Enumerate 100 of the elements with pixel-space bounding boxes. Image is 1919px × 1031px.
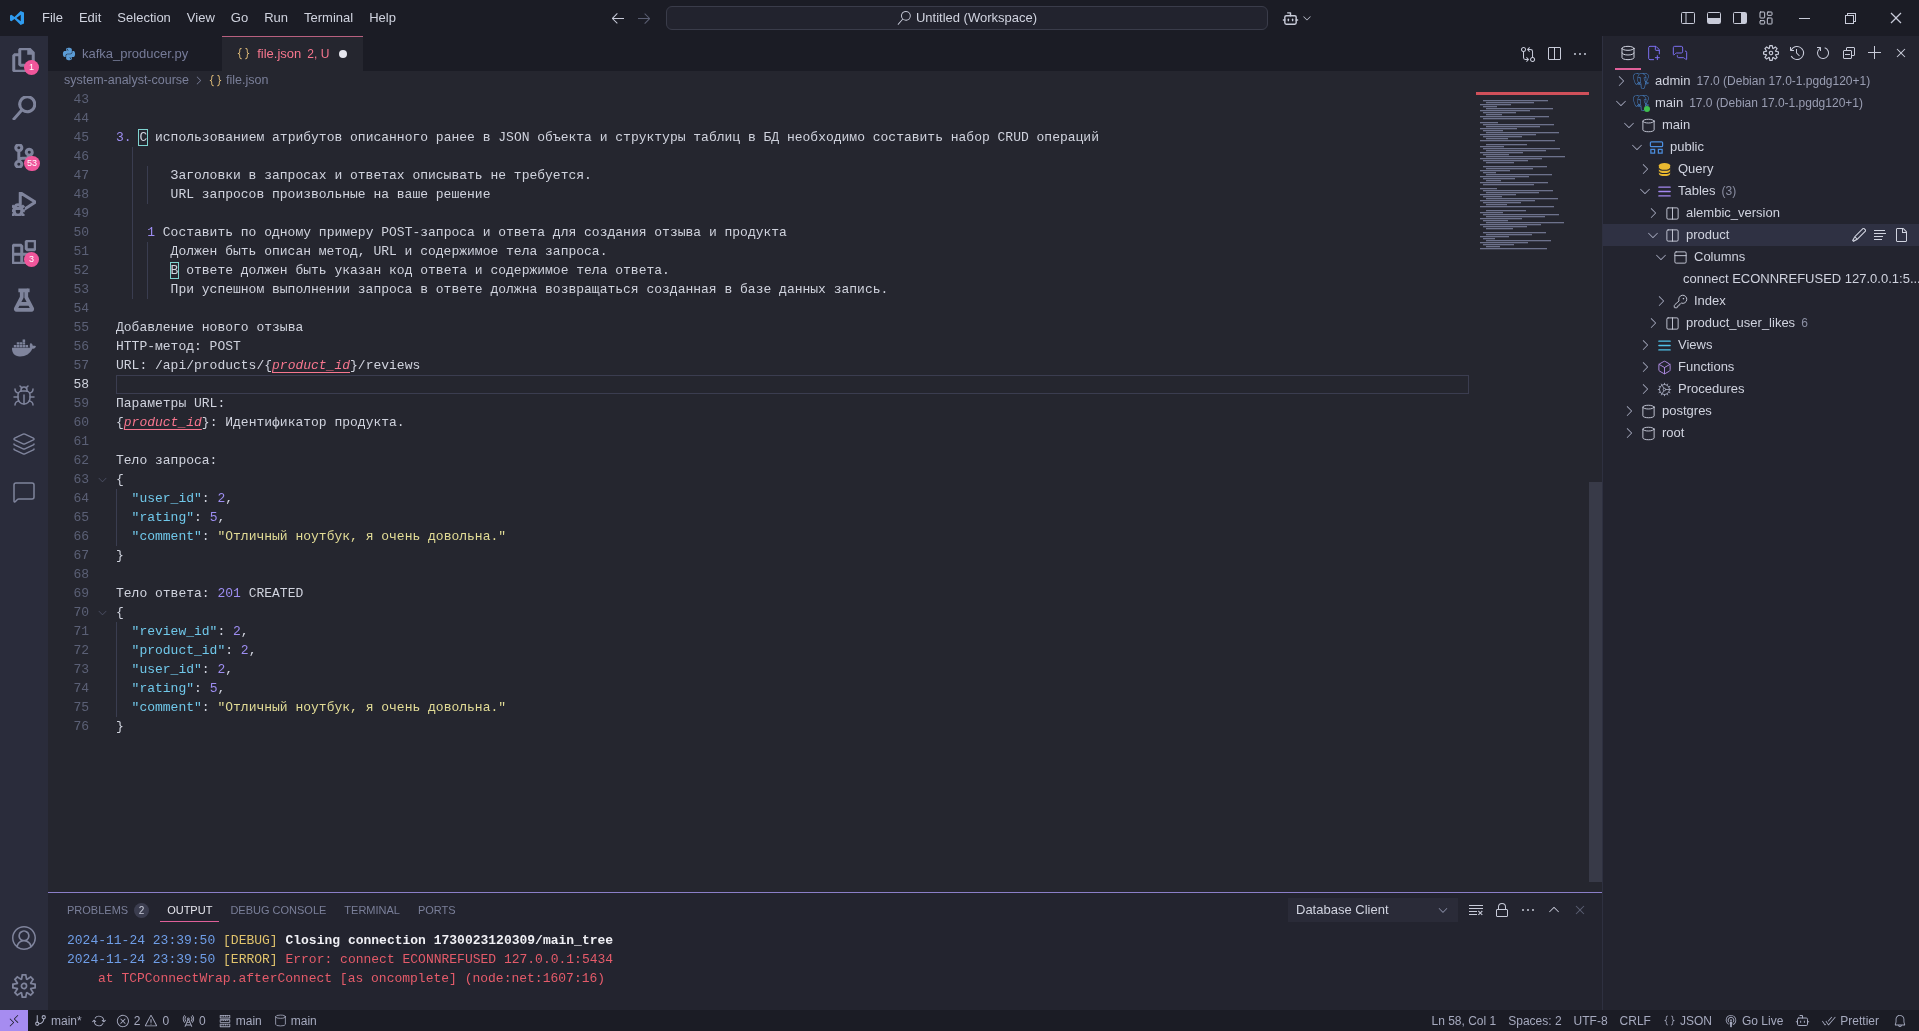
line-number: 73: [73, 660, 89, 679]
add-icon[interactable]: [1867, 45, 1883, 61]
code-line: "comment": "Отличный ноутбук, я очень довольна.": [131, 527, 507, 546]
tree-item[interactable]: postgres: [1603, 400, 1919, 422]
line-number: 65: [73, 508, 89, 527]
status-item[interactable]: Spaces: 2: [1502, 1010, 1568, 1031]
close-icon[interactable]: [1888, 10, 1904, 26]
status-item[interactable]: Ln 58, Col 1: [1425, 1010, 1503, 1031]
status-item[interactable]: CRLF: [1613, 1010, 1657, 1031]
line-number: 70: [73, 603, 89, 622]
line-number: 55: [73, 318, 89, 337]
line-number: 67: [73, 546, 89, 565]
menu-item[interactable]: View: [178, 5, 223, 31]
whale-icon[interactable]: [12, 336, 36, 360]
tree-item[interactable]: Query: [1603, 158, 1919, 180]
lock-icon[interactable]: [1494, 902, 1510, 918]
file-icon[interactable]: [1893, 227, 1909, 243]
restore-icon[interactable]: [1842, 10, 1858, 26]
clear-output-icon[interactable]: [1468, 902, 1484, 918]
layers-icon[interactable]: [12, 432, 36, 456]
collapse-all-icon[interactable]: [1841, 45, 1857, 61]
account-icon[interactable]: [12, 926, 36, 950]
menu-item[interactable]: Go: [222, 5, 257, 31]
panel-tab[interactable]: PROBLEMS 2: [60, 898, 157, 922]
bug-icon[interactable]: [12, 384, 36, 408]
sidebar-right-icon[interactable]: [1732, 10, 1748, 26]
line-number: 56: [73, 337, 89, 356]
connection-indicator[interactable]: main: [211, 1010, 268, 1031]
compare-changes-icon[interactable]: [1520, 45, 1536, 62]
line-number: 62: [73, 451, 89, 470]
code-line: }: [116, 717, 124, 736]
tree-item[interactable]: Procedures: [1603, 378, 1919, 400]
line-number: 74: [73, 679, 89, 698]
layout-icon[interactable]: [1758, 10, 1774, 26]
sync-icon[interactable]: [91, 1013, 106, 1028]
status-item[interactable]: UTF-8: [1567, 1010, 1614, 1031]
sidebar-left-icon[interactable]: [1680, 10, 1696, 26]
chat-icon[interactable]: [12, 480, 36, 504]
breadcrumb-item[interactable]: system-analyst-course: [64, 71, 190, 90]
settings-icon[interactable]: [1763, 45, 1779, 61]
panel-tab[interactable]: TERMINAL: [337, 898, 407, 922]
menu-item[interactable]: Run: [256, 5, 296, 31]
chat-icon: [1672, 45, 1688, 61]
history-icon[interactable]: [1789, 45, 1805, 61]
remote-button[interactable]: [0, 1010, 28, 1031]
minimap-drawing[interactable]: [1476, 92, 1589, 252]
tree-item[interactable]: alembic_version: [1603, 202, 1919, 224]
menu-item[interactable]: Edit: [70, 5, 110, 31]
bell-icon[interactable]: [1893, 1013, 1907, 1028]
source-control-icon[interactable]: [12, 144, 36, 168]
run-debug-icon[interactable]: [12, 192, 36, 216]
line-number: 54: [73, 299, 89, 318]
language-indicator[interactable]: JSON: [1656, 1010, 1718, 1031]
panel-tab[interactable]: OUTPUT: [160, 898, 220, 922]
refresh-icon[interactable]: [1815, 45, 1831, 61]
ports-indicator[interactable]: 0: [175, 1010, 212, 1031]
split-editor-icon[interactable]: [1546, 45, 1562, 62]
prettier-indicator[interactable]: Prettier: [1816, 1010, 1885, 1031]
tree-item[interactable]: connect ECONNREFUSED 127.0.0.1:5...: [1603, 268, 1919, 290]
panel-tab[interactable]: DEBUG CONSOLE: [223, 898, 334, 922]
search-icon: [896, 11, 911, 25]
database-icon: [1620, 45, 1636, 61]
editor-tab[interactable]: file.json 2, U: [222, 36, 364, 71]
tree-item[interactable]: main 17.0 (Debian 17.0-1.pgdg120+1): [1603, 92, 1919, 114]
tree-item[interactable]: Views: [1603, 334, 1919, 356]
tree-item[interactable]: Columns: [1603, 246, 1919, 268]
search-icon[interactable]: [12, 96, 36, 120]
panel-tab[interactable]: PORTS: [410, 898, 463, 922]
remote-icon: [7, 1013, 21, 1028]
line-number: 51: [73, 242, 89, 261]
bot-icon[interactable]: [1795, 1013, 1811, 1028]
tree-item[interactable]: product: [1603, 224, 1919, 246]
breadcrumb-item[interactable]: file.json: [226, 71, 269, 90]
tree-item[interactable]: Functions: [1603, 356, 1919, 378]
tree-item[interactable]: product_user_likes 6: [1603, 312, 1919, 334]
output-channel-dropdown[interactable]: Database Client: [1288, 898, 1458, 922]
menu-item[interactable]: File: [34, 5, 71, 31]
bot-icon[interactable]: [1282, 9, 1299, 27]
menu-item[interactable]: Selection: [109, 5, 179, 31]
flask-icon[interactable]: [12, 288, 36, 312]
tree-item[interactable]: root: [1603, 422, 1919, 444]
menu-item[interactable]: Terminal: [296, 5, 362, 31]
tree-item[interactable]: public: [1603, 136, 1919, 158]
tree-item[interactable]: Tables (3): [1603, 180, 1919, 202]
scrollbar-thumb[interactable]: [1589, 482, 1602, 882]
list-icon[interactable]: [1872, 227, 1888, 243]
tree-item[interactable]: Index: [1603, 290, 1919, 312]
code-line: URL запросов произвольные на ваше решение: [170, 185, 491, 204]
menu-item[interactable]: Help: [361, 5, 404, 31]
panel-bottom-icon[interactable]: [1706, 10, 1722, 26]
database-indicator[interactable]: main: [267, 1010, 323, 1031]
problems-indicator[interactable]: 2 0: [109, 1010, 176, 1031]
cylinder-icon: [273, 1014, 287, 1027]
code-line: HTTP-метод: POST: [116, 337, 241, 356]
branch-indicator[interactable]: main*: [28, 1010, 88, 1031]
tree-item[interactable]: main: [1603, 114, 1919, 136]
edit-icon[interactable]: [1851, 227, 1867, 243]
tree-item[interactable]: admin 17.0 (Debian 17.0-1.pgdg120+1): [1603, 70, 1919, 92]
command-center-search[interactable]: Untitled (Workspace): [666, 6, 1268, 30]
go-live-button[interactable]: Go Live: [1717, 1010, 1790, 1031]
